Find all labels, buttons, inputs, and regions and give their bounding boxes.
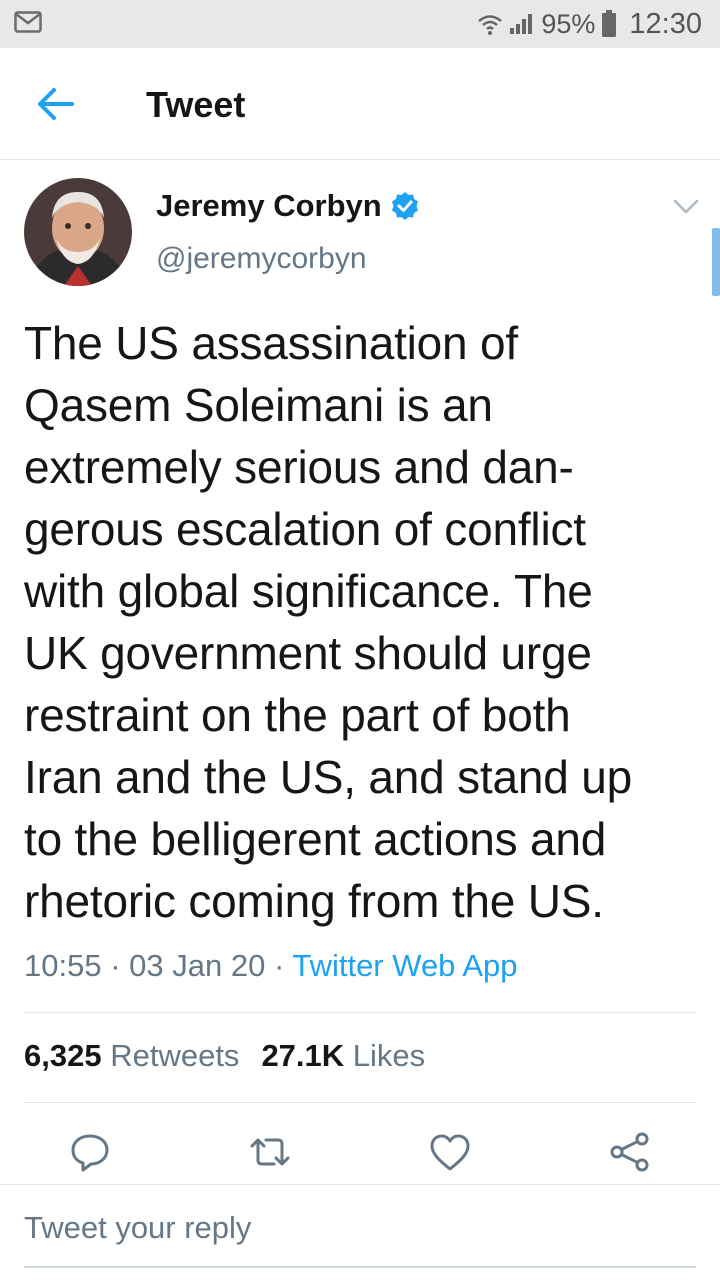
status-time: 12:30 <box>629 7 702 40</box>
tweet-stats: 6,325 Retweets 27.1K Likes <box>24 1038 425 1074</box>
share-button[interactable] <box>606 1128 654 1176</box>
divider <box>0 1184 720 1185</box>
header: Tweet <box>0 48 720 160</box>
meta-separator: · <box>273 948 285 983</box>
reply-icon <box>71 1134 109 1172</box>
tweet-time: 10:55 <box>24 948 102 983</box>
likes-count: 27.1K <box>261 1038 345 1073</box>
like-icon <box>430 1134 470 1171</box>
likes-label: Likes <box>352 1038 426 1073</box>
author-name-row[interactable]: Jeremy Corbyn <box>156 188 420 224</box>
battery-percent: 95% <box>541 8 596 39</box>
page-title: Tweet <box>146 84 246 125</box>
divider <box>24 1102 696 1103</box>
tweet-text-line: rhetoric coming from the US. <box>24 875 604 927</box>
signal-icon <box>510 14 533 34</box>
author-handle[interactable]: @jeremycorbyn <box>156 242 367 276</box>
retweets-label: Retweets <box>110 1038 240 1073</box>
reply-input[interactable] <box>24 1208 696 1268</box>
tweet-text-line: extremely serious and dan- <box>24 441 574 493</box>
tweet-text-line: Qasem Soleimani is an <box>24 379 493 431</box>
scrollbar[interactable] <box>712 228 720 296</box>
wifi-icon <box>478 15 503 35</box>
tweet-text-line: The US assassination of <box>24 317 518 369</box>
battery-icon <box>602 10 617 37</box>
tweet-text: The US assassination of Qasem Soleimani … <box>24 312 704 932</box>
retweets-count: 6,325 <box>24 1038 102 1073</box>
retweet-icon <box>250 1138 290 1166</box>
chevron-down-icon[interactable] <box>672 198 700 216</box>
tweet-text-line: gerous escalation of conflict <box>24 503 586 555</box>
status-bar: 95% 12:30 <box>0 0 720 48</box>
tweet-meta: 10:55 · 03 Jan 20 · Twitter Web App <box>24 948 518 984</box>
likes-stat[interactable]: 27.1K Likes <box>261 1038 425 1073</box>
back-arrow-icon[interactable] <box>36 86 76 122</box>
verified-badge-icon <box>391 192 418 220</box>
mail-icon <box>14 11 42 33</box>
like-button[interactable] <box>426 1128 474 1176</box>
divider <box>24 1012 696 1013</box>
tweet-text-line: UK government should urge <box>24 627 592 679</box>
tweet-text-line: Iran and the US, and stand up <box>24 751 632 803</box>
tweet-text-line: to the belligerent actions and <box>24 813 607 865</box>
tweet-date: 03 Jan 20 <box>129 948 266 983</box>
reply-button[interactable] <box>66 1128 114 1176</box>
tweet-source-link[interactable]: Twitter Web App <box>292 948 517 983</box>
retweets-stat[interactable]: 6,325 Retweets <box>24 1038 239 1073</box>
author-name: Jeremy Corbyn <box>156 188 382 223</box>
avatar-image <box>24 178 132 286</box>
retweet-button[interactable] <box>246 1128 294 1176</box>
share-icon <box>610 1132 649 1172</box>
tweet-text-line: with global significance. The <box>24 565 593 617</box>
avatar[interactable] <box>24 178 132 286</box>
meta-separator: · <box>110 948 121 983</box>
tweet-text-line: restraint on the part of both <box>24 689 571 741</box>
